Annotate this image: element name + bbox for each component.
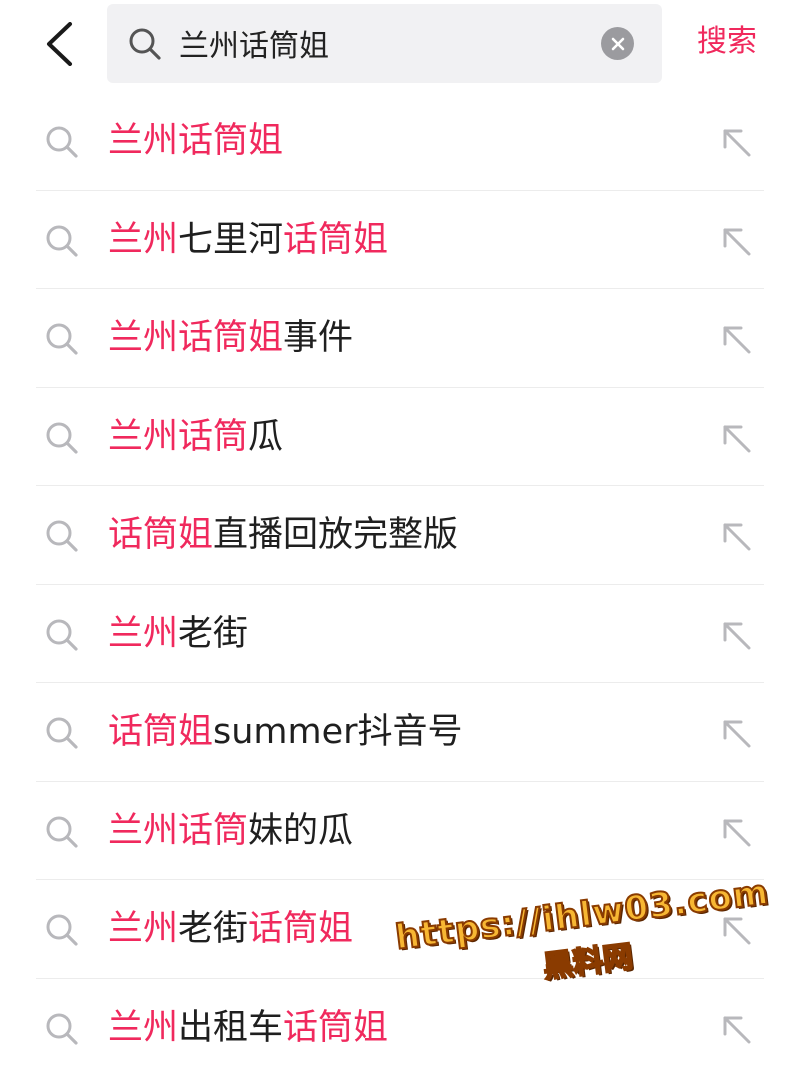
fill-query-arrow-icon: [723, 819, 751, 846]
highlighted-match: 兰州: [108, 219, 179, 260]
fill-query-button[interactable]: [716, 713, 756, 753]
suggestion-text: 话筒姐直播回放完整版: [108, 510, 458, 560]
fill-query-arrow-icon: [723, 326, 751, 354]
suggestion-text: 兰州话筒姐事件: [108, 313, 353, 363]
fill-query-arrow-icon: [723, 129, 751, 157]
fill-query-button[interactable]: [716, 812, 756, 852]
suggestion-segment: 瓜: [248, 416, 284, 457]
search-box[interactable]: [107, 4, 662, 83]
suggestion-segment: 七里河: [178, 219, 284, 260]
fill-query-arrow-icon: [723, 523, 751, 551]
suggestion-item[interactable]: 兰州话筒姐: [0, 92, 800, 191]
suggestion-item[interactable]: 兰州话筒姐事件: [0, 289, 800, 388]
highlighted-match: 话筒姐: [283, 219, 389, 260]
suggestion-text: 兰州七里河话筒姐: [108, 215, 388, 265]
search-icon: [46, 1013, 78, 1045]
back-button[interactable]: [34, 18, 84, 70]
suggestion-segment: 直播回放完整版: [213, 515, 459, 555]
suggestion-text: 兰州话筒瓜: [108, 412, 283, 462]
highlighted-match: 兰州: [108, 909, 179, 949]
suggestion-item[interactable]: 兰州老街: [0, 585, 800, 683]
search-icon: [46, 323, 78, 355]
search-icon: [46, 619, 78, 651]
highlighted-match: 兰州: [108, 613, 179, 654]
fill-query-button[interactable]: [716, 1009, 756, 1049]
suggestion-item[interactable]: 兰州出租车话筒姐: [0, 979, 800, 1070]
fill-query-button[interactable]: [716, 221, 756, 261]
search-button[interactable]: 搜索: [697, 20, 757, 64]
clear-circle-icon: [611, 37, 624, 50]
search-icon: [129, 28, 161, 60]
suggestion-segment: summer抖音号: [213, 712, 463, 752]
fill-query-button[interactable]: [716, 910, 756, 950]
fill-query-arrow-icon: [723, 917, 751, 945]
search-icon: [46, 422, 78, 454]
fill-query-arrow-icon: [723, 1016, 751, 1043]
suggestion-text: 兰州话筒妹的瓜: [108, 806, 353, 856]
suggestion-segment: 老街: [178, 909, 249, 949]
suggestion-item[interactable]: 兰州七里河话筒姐: [0, 191, 800, 289]
suggestion-item[interactable]: 兰州话筒妹的瓜: [0, 782, 800, 880]
fill-query-button[interactable]: [716, 615, 756, 655]
search-icon: [46, 914, 78, 946]
fill-query-arrow-icon: [723, 425, 751, 452]
highlighted-match: 话筒姐: [108, 712, 214, 752]
search-icon: [46, 126, 78, 158]
suggestion-text: 兰州话筒姐: [108, 116, 283, 166]
fill-query-button[interactable]: [716, 319, 756, 359]
suggestion-text: 话筒姐summer抖音号: [108, 707, 463, 757]
highlighted-match: 话筒姐: [108, 515, 214, 555]
suggestion-text: 兰州出租车话筒姐: [108, 1003, 388, 1053]
suggestion-text: 兰州老街: [108, 609, 248, 659]
highlighted-match: 兰州: [108, 1007, 179, 1048]
suggestion-segment: 出租车: [178, 1007, 284, 1048]
search-icon: [46, 225, 78, 257]
search-icon: [46, 717, 78, 749]
highlighted-match: 兰州话筒: [108, 416, 249, 457]
suggestion-list: 兰州话筒姐 兰州七里河话筒姐 兰州话筒姐事件 兰州话筒瓜 话筒姐直播回放完整版 兰州老街话…: [0, 92, 800, 1070]
fill-query-arrow-icon: [723, 720, 751, 748]
search-header: 搜索: [0, 0, 800, 92]
suggestion-segment: 妹的瓜: [248, 810, 354, 851]
suggestion-segment: 事件: [283, 318, 354, 358]
fill-query-arrow-icon: [723, 228, 751, 255]
fill-query-button[interactable]: [716, 122, 756, 162]
search-input[interactable]: [179, 16, 579, 70]
suggestion-segment: 老街: [178, 613, 249, 654]
suggestion-item[interactable]: 话筒姐直播回放完整版: [0, 486, 800, 585]
highlighted-match: 话筒姐: [283, 1007, 389, 1048]
highlighted-match: 兰州话筒: [108, 810, 249, 851]
fill-query-arrow-icon: [723, 622, 751, 649]
suggestion-item[interactable]: 兰州老街话筒姐: [0, 880, 800, 979]
suggestion-item[interactable]: 兰州话筒瓜: [0, 388, 800, 486]
highlighted-match: 话筒姐: [248, 909, 354, 949]
chevron-left-icon: [47, 22, 72, 66]
highlighted-match: 兰州话筒姐: [108, 121, 284, 161]
fill-query-button[interactable]: [716, 418, 756, 458]
suggestion-item[interactable]: 话筒姐summer抖音号: [0, 683, 800, 782]
search-icon: [46, 816, 78, 848]
fill-query-button[interactable]: [716, 516, 756, 556]
clear-search-button[interactable]: [601, 27, 634, 60]
search-icon: [46, 520, 78, 552]
suggestion-text: 兰州老街话筒姐: [108, 904, 353, 954]
highlighted-match: 兰州话筒姐: [108, 318, 284, 358]
